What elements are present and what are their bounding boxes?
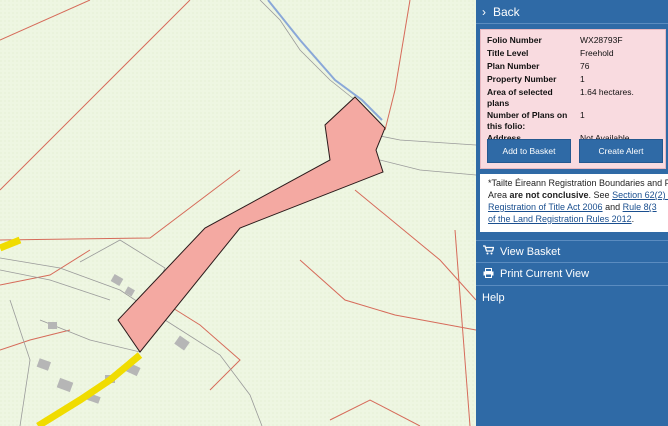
help-item[interactable]: Help bbox=[476, 286, 668, 309]
print-current-view-item[interactable]: Print Current View bbox=[476, 263, 668, 286]
view-basket-item[interactable]: View Basket bbox=[476, 240, 668, 263]
land-registration-rules-link[interactable]: of the Land Registration Rules 2012 bbox=[488, 214, 632, 224]
chevron-right-icon: › bbox=[482, 4, 486, 19]
rule-8-link[interactable]: Rule 8(3 bbox=[623, 202, 657, 212]
side-panel: › Back Folio Number WX28793F Title Level… bbox=[476, 0, 668, 426]
cart-icon bbox=[482, 245, 494, 258]
add-to-basket-button[interactable]: Add to Basket bbox=[487, 139, 571, 163]
disclaimer-line: Area are not conclusive. See Section 62(… bbox=[488, 189, 668, 201]
folio-row: Title Level Freehold bbox=[487, 48, 614, 58]
disclaimer: *Tailte Éireann Registration Boundaries … bbox=[480, 174, 668, 232]
folio-info-box: Folio Number WX28793F Title Level Freeho… bbox=[480, 29, 666, 169]
disclaimer-line: of the Land Registration Rules 2012. bbox=[488, 214, 635, 224]
folio-row: Folio Number WX28793F bbox=[487, 35, 623, 45]
folio-row: Property Number 1 bbox=[487, 74, 585, 84]
create-alert-button[interactable]: Create Alert bbox=[579, 139, 663, 163]
folio-row: Number of Plans on this folio: 1 bbox=[487, 110, 585, 131]
back-button[interactable]: › Back bbox=[476, 0, 668, 24]
folio-info-table: Folio Number WX28793F Title Level Freeho… bbox=[487, 34, 663, 145]
disclaimer-line: Registration of Title Act 2006 and Rule … bbox=[488, 202, 657, 212]
map-canvas[interactable] bbox=[0, 0, 476, 426]
map-svg[interactable] bbox=[0, 0, 476, 426]
disclaimer-line: *Tailte Éireann Registration Boundaries … bbox=[488, 178, 668, 188]
folio-row: Area of selected plans 1.64 hectares. bbox=[487, 87, 634, 108]
folio-row: Plan Number 76 bbox=[487, 61, 590, 71]
printer-icon bbox=[482, 267, 494, 281]
back-label: Back bbox=[493, 4, 520, 19]
registration-act-link[interactable]: Registration of Title Act 2006 bbox=[488, 202, 603, 212]
section-62-link[interactable]: Section 62(2) o bbox=[612, 190, 668, 200]
